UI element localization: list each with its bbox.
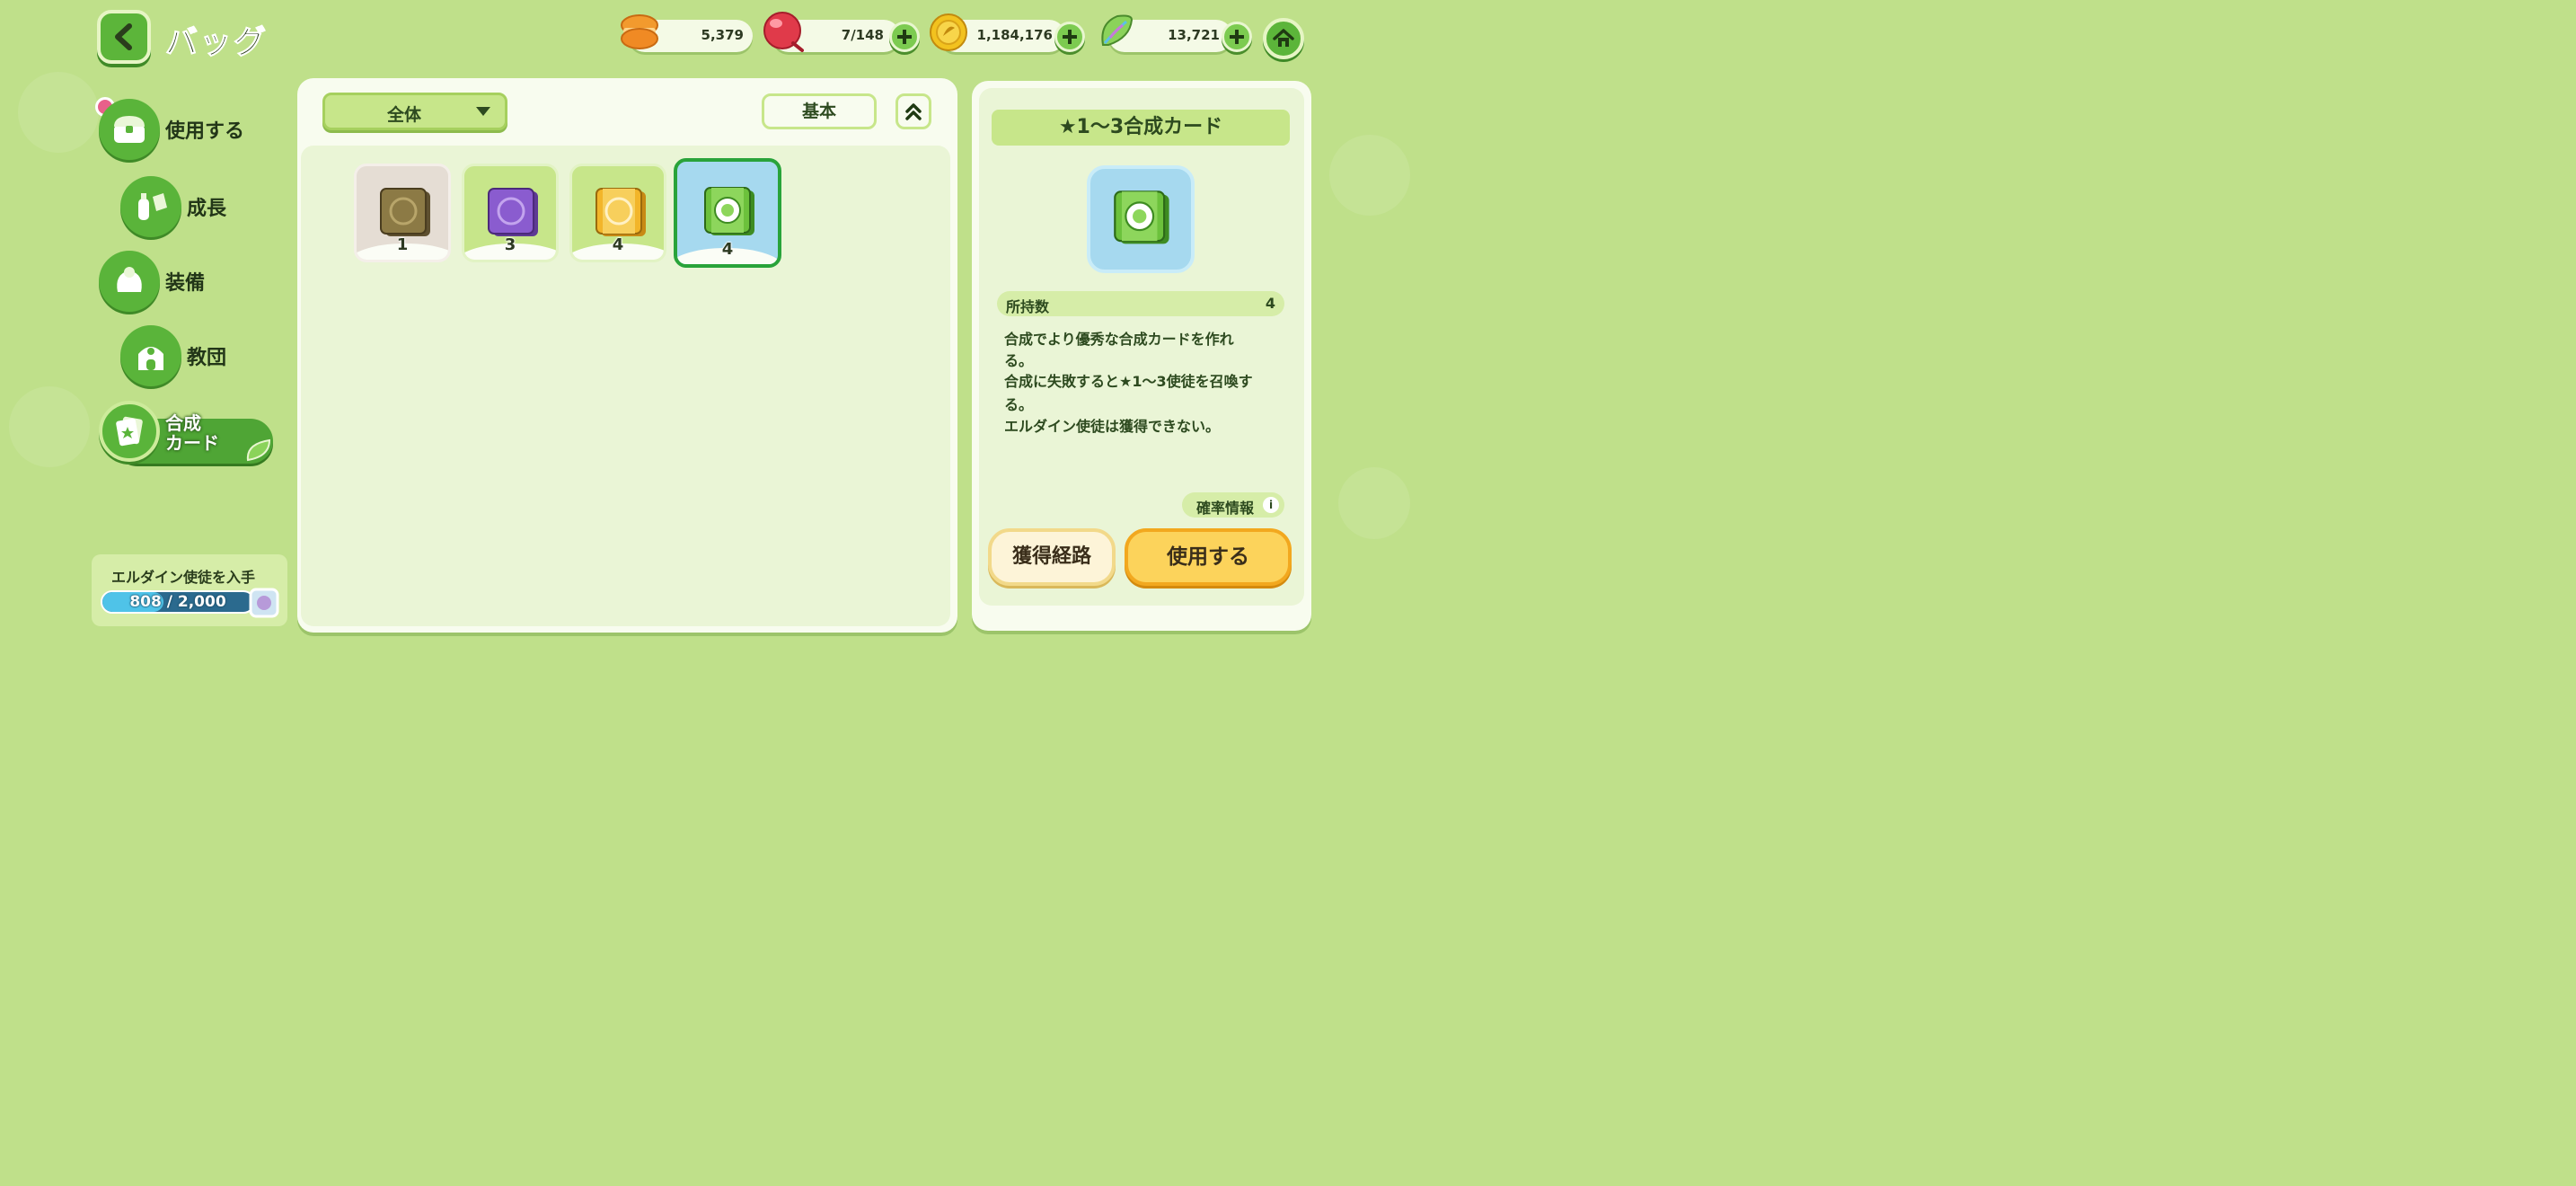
item-slot[interactable]: 4: [569, 164, 666, 262]
apostle-card-icon[interactable]: [248, 587, 280, 619]
probability-info-button[interactable]: 確率情報 i: [1182, 492, 1284, 518]
item-count: 1: [396, 235, 409, 254]
bronze-card-icon: [380, 188, 430, 236]
category-filter-dropdown[interactable]: 全体: [322, 93, 507, 130]
item-description-line: る。: [1004, 396, 1034, 413]
sidebar-item-label: 成長: [187, 198, 227, 220]
page-title: バッグ: [164, 24, 269, 62]
item-count: 4: [721, 240, 734, 259]
chevron-down-icon: [476, 107, 490, 116]
collapse-button[interactable]: [895, 93, 931, 129]
sidebar-item-label: 使用する: [165, 120, 245, 143]
item-slot[interactable]: 3: [462, 164, 559, 262]
resource-value: 13,721: [1168, 27, 1220, 43]
progress-title: エルダイン使徒を入手: [111, 569, 256, 586]
candy-icon: [763, 12, 804, 52]
use-button[interactable]: 使用する: [1125, 528, 1292, 586]
background-pattern: [1338, 467, 1410, 539]
background-pattern: [9, 386, 90, 467]
item-description-line: 合成に失敗すると★1～3使徒を召喚す: [1004, 373, 1253, 390]
add-candy-button[interactable]: [889, 22, 920, 52]
chevron-left-icon: [115, 23, 132, 50]
background-pattern: [18, 72, 99, 153]
plus-icon: [1063, 30, 1077, 44]
resource-value: 7/148: [841, 27, 884, 43]
background-pattern: [1329, 135, 1410, 216]
resource-value: 1,184,176: [976, 27, 1053, 43]
owned-value: 4: [1265, 295, 1275, 312]
item-list-panel: 全体 基本 1 3 4 4: [297, 78, 957, 633]
rainbow-leaf-icon: [1101, 14, 1134, 46]
item-detail-panel: ★1～3合成カード 所持数 4 合成でより優秀な合成カードを作れ る。 合成に失…: [972, 81, 1311, 631]
item-description-line: エルダイン使徒は獲得できない。: [1004, 418, 1221, 435]
costume-icon: [99, 251, 160, 312]
item-slot[interactable]: 1: [354, 164, 451, 262]
item-grid: 1 3 4 4: [301, 146, 950, 626]
sidebar-item-order[interactable]: 教団: [120, 325, 226, 386]
sidebar-item-label: 教団: [187, 347, 227, 369]
probability-label: 確率情報: [1196, 500, 1255, 517]
item-count: 4: [612, 235, 624, 254]
sidebar-item-equip[interactable]: 装備: [99, 251, 205, 312]
sidebar-item-growth[interactable]: 成長: [120, 176, 226, 237]
add-leaf-button[interactable]: [1222, 22, 1252, 52]
sidebar-item-synthesis-card[interactable]: 合成 カード: [99, 401, 219, 462]
apostle-progress-panel: エルダイン使徒を入手 808 / 2,000: [92, 554, 287, 626]
sidebar-item-label: 合成 カード: [165, 412, 219, 454]
macaron-icon: [621, 14, 658, 49]
acquisition-route-button[interactable]: 獲得経路: [988, 528, 1116, 586]
info-icon: i: [1263, 497, 1279, 513]
coin-icon: [930, 13, 967, 51]
item-description-line: る。: [1004, 352, 1034, 369]
plus-icon: [897, 30, 912, 44]
item-preview: [1087, 165, 1195, 273]
card-icon: [99, 401, 160, 462]
leaf-icon: [246, 438, 271, 462]
sort-button[interactable]: 基本: [762, 93, 877, 129]
green-card-icon: [704, 187, 754, 235]
home-button[interactable]: [1263, 18, 1304, 59]
green-card-icon: [1114, 190, 1169, 244]
item-slot-selected[interactable]: 4: [674, 158, 781, 268]
purple-card-icon: [488, 188, 538, 236]
temple-icon: [120, 325, 181, 386]
sidebar-item-label: 装備: [165, 272, 206, 295]
resource-value: 5,379: [701, 27, 744, 43]
potion-icon: [120, 176, 181, 237]
back-button[interactable]: [97, 10, 151, 64]
sidebar-item-use[interactable]: 使用する: [99, 99, 244, 160]
item-description-line: 合成でより優秀な合成カードを作れ: [1004, 331, 1234, 348]
chest-icon: [99, 99, 160, 160]
gold-card-icon: [595, 188, 646, 236]
item-count: 3: [504, 235, 516, 254]
progress-text: 808 / 2,000: [129, 593, 226, 611]
home-icon: [1273, 29, 1294, 47]
filter-label: 全体: [386, 105, 421, 125]
item-title: ★1～3合成カード: [992, 110, 1290, 146]
double-chevron-up-icon: [905, 103, 922, 120]
add-coin-button[interactable]: [1054, 22, 1085, 52]
plus-icon: [1230, 30, 1244, 44]
owned-count-row: 所持数 4: [997, 291, 1284, 316]
owned-label: 所持数: [1006, 298, 1050, 315]
